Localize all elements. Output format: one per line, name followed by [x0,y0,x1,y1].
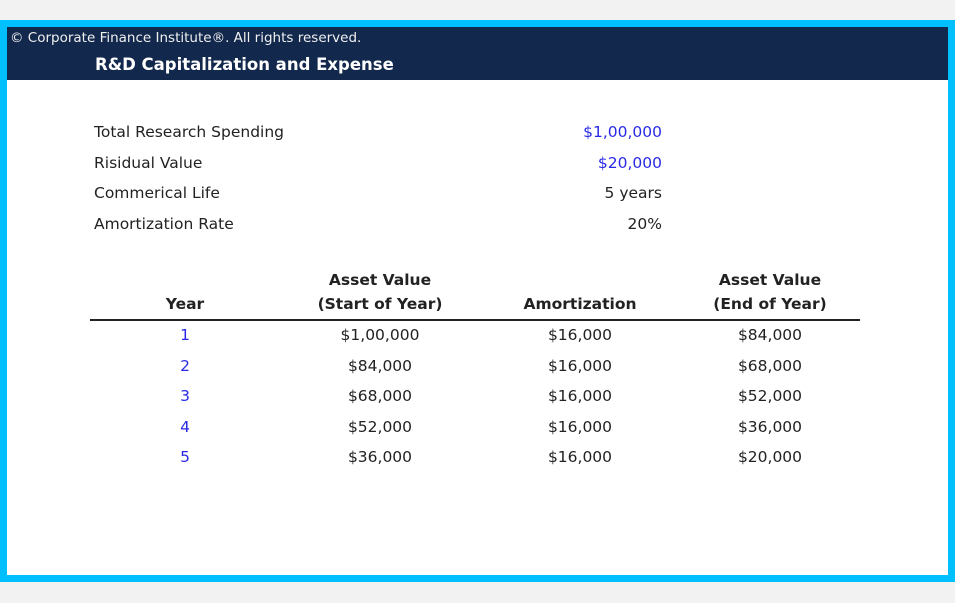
commercial-life-value: 5 years [604,184,662,202]
table-body: 1 $1,00,000 $16,000 $84,000 2 $84,000 $16,000 $… [90,321,860,474]
assumption-label: Risidual Value [94,153,203,172]
year-cell: 4 [180,417,190,436]
assumption-row: Total Research Spending $1,00,000 [94,119,674,150]
amortization-rate-value: 20% [627,214,662,233]
table-row: 1 $1,00,000 $16,000 $84,000 [90,321,860,352]
header-asset-value-start: Asset Value (Start of Year) [317,271,443,313]
table-row: 2 $84,000 $16,000 $68,000 [90,352,860,383]
residual-value-value[interactable]: $20,000 [598,154,662,172]
amortization-table: Year Asset Value (Start of Year) Amortiz… [90,267,860,474]
assumption-label: Amortization Rate [94,214,234,233]
spreadsheet-area: © Corporate Finance Institute®. All righ… [7,27,948,575]
assumption-row: Commerical Life 5 years [94,180,674,211]
page-title: R&D Capitalization and Expense [95,55,394,74]
start-value-cell: $52,000 [347,417,413,436]
copyright-text: © Corporate Finance Institute®. All righ… [10,30,362,46]
start-value-cell: $1,00,000 [340,326,420,344]
amortization-cell: $16,000 [547,417,613,436]
table-row: 4 $52,000 $16,000 $36,000 [90,413,860,444]
assumption-label: Commerical Life [94,184,220,202]
amortization-cell: $16,000 [547,356,613,375]
end-value-cell: $84,000 [737,326,803,344]
amortization-cell: $16,000 [547,387,613,405]
total-research-spending-value[interactable]: $1,00,000 [583,123,662,141]
frame-border: © Corporate Finance Institute®. All righ… [0,20,955,582]
end-value-cell: $52,000 [737,387,803,405]
assumption-label: Total Research Spending [94,123,284,141]
year-cell: 5 [180,448,190,466]
start-value-cell: $36,000 [347,448,413,466]
table-header: Year Asset Value (Start of Year) Amortiz… [90,267,860,321]
header-amortization: Amortization [523,295,637,313]
start-value-cell: $68,000 [347,387,413,405]
assumption-row: Risidual Value $20,000 [94,150,674,181]
amortization-cell: $16,000 [547,448,613,466]
header-year: Year [165,295,205,313]
end-value-cell: $20,000 [737,448,803,466]
assumptions-section: Total Research Spending $1,00,000 Risidu… [94,119,674,241]
end-value-cell: $68,000 [737,356,803,375]
year-cell: 1 [180,326,190,344]
year-cell: 2 [180,356,190,375]
start-value-cell: $84,000 [347,356,413,375]
table-row: 3 $68,000 $16,000 $52,000 [90,382,860,413]
amortization-cell: $16,000 [547,326,613,344]
assumption-row: Amortization Rate 20% [94,211,674,242]
header-asset-value-end: Asset Value (End of Year) [713,271,827,313]
header-banner: © Corporate Finance Institute®. All righ… [7,27,948,80]
end-value-cell: $36,000 [737,417,803,436]
table-row: 5 $36,000 $16,000 $20,000 [90,443,860,474]
year-cell: 3 [180,387,190,405]
